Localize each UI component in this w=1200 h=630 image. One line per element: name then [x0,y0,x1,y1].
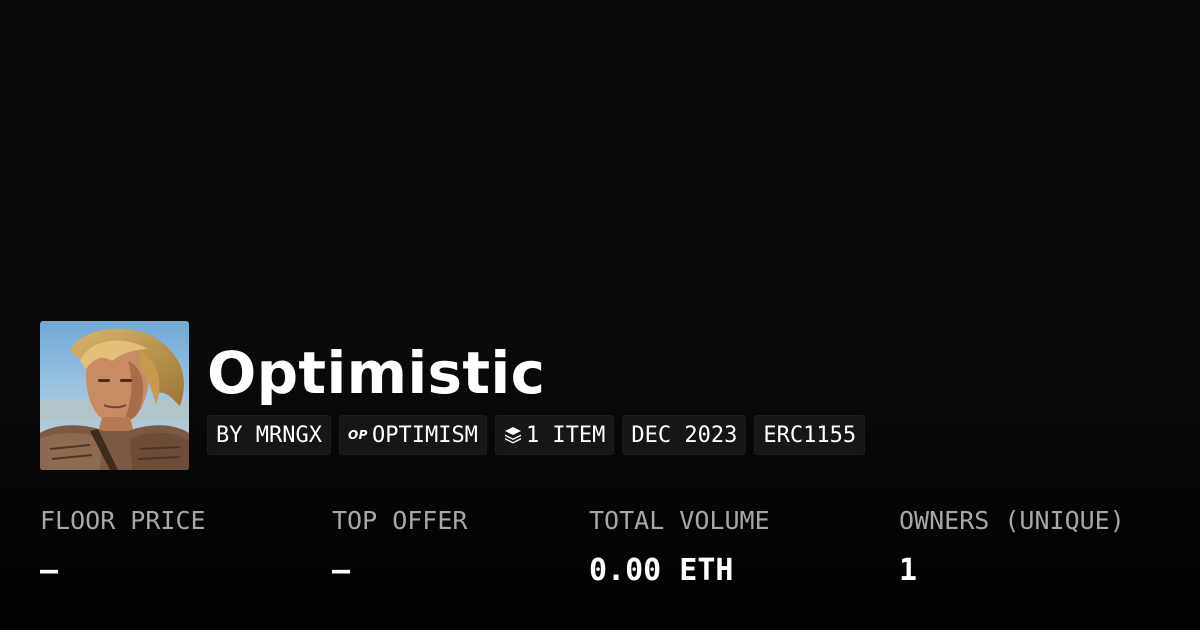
chain-chip[interactable]: OP OPTIMISM [338,415,487,455]
floor-price-label: FLOOR PRICE [40,506,206,535]
owners-label: OWNERS (UNIQUE) [899,506,1125,535]
items-chip: 1 ITEM [494,415,615,455]
total-volume-value: 0.00 ETH [589,553,734,588]
collection-avatar [40,321,189,470]
collection-card: Optimistic BY MRNGX OP OPTIMISM 1 ITEM D… [0,0,1200,630]
stat-owners: OWNERS (UNIQUE) 1 [899,505,1125,591]
collection-info: Optimistic BY MRNGX OP OPTIMISM 1 ITEM D… [207,321,873,455]
collection-stats: FLOOR PRICE — TOP OFFER — TOTAL VOLUME 0… [40,505,1180,605]
collection-chips: BY MRNGX OP OPTIMISM 1 ITEM DEC 2023 ERC… [207,415,873,455]
owners-value: 1 [899,553,918,588]
stat-floor-price: FLOOR PRICE — [40,505,206,591]
standard-label: ERC1155 [763,422,857,448]
optimism-logo-icon: OP [348,428,368,442]
optimism-logo-text: OP [347,428,368,442]
stat-total-volume: TOTAL VOLUME 0.00 ETH [589,505,770,591]
creator-label: BY MRNGX [216,422,322,448]
creator-chip[interactable]: BY MRNGX [207,415,331,455]
stat-top-offer: TOP OFFER — [332,505,467,591]
top-offer-label: TOP OFFER [332,506,468,535]
floor-price-value: — [40,553,59,588]
date-label: DEC 2023 [631,422,738,448]
layers-icon [504,426,522,444]
chain-label: OPTIMISM [371,422,478,448]
collection-title: Optimistic [207,339,546,407]
date-chip: DEC 2023 [622,415,747,455]
standard-chip: ERC1155 [754,415,866,455]
total-volume-label: TOTAL VOLUME [589,506,770,535]
collection-header: Optimistic BY MRNGX OP OPTIMISM 1 ITEM D… [40,321,873,471]
items-label: 1 ITEM [525,422,606,448]
top-offer-value: — [332,553,351,588]
